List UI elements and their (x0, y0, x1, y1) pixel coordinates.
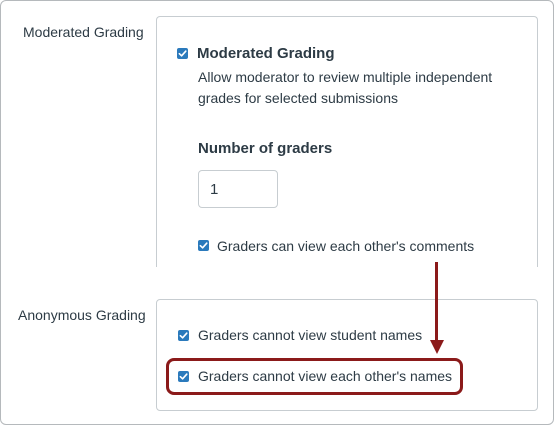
moderated-grading-checkbox[interactable] (177, 48, 188, 59)
number-of-graders-heading: Number of graders (198, 140, 333, 157)
anonymous-grading-section-label: Anonymous Grading (18, 307, 146, 323)
settings-screenshot-frame: Moderated Grading Moderated Grading Allo… (0, 0, 554, 425)
student-names-checkbox[interactable] (178, 330, 189, 341)
checkmark-icon (179, 332, 188, 339)
annotation-highlight-box (166, 358, 463, 395)
number-of-graders-input[interactable] (198, 170, 278, 208)
student-names-label[interactable]: Graders cannot view student names (198, 327, 422, 343)
checkmark-icon (178, 50, 187, 57)
moderated-grading-description: Allow moderator to review multiple indep… (198, 69, 493, 106)
view-comments-checkbox[interactable] (198, 240, 209, 251)
annotation-arrow-shaft (435, 262, 438, 342)
annotation-arrow-head-icon (429, 340, 444, 354)
view-comments-label[interactable]: Graders can view each other's comments (217, 238, 474, 254)
moderated-grading-section-label: Moderated Grading (23, 24, 144, 40)
moderated-grading-checkbox-label[interactable]: Moderated Grading (197, 45, 335, 62)
checkmark-icon (199, 242, 208, 249)
